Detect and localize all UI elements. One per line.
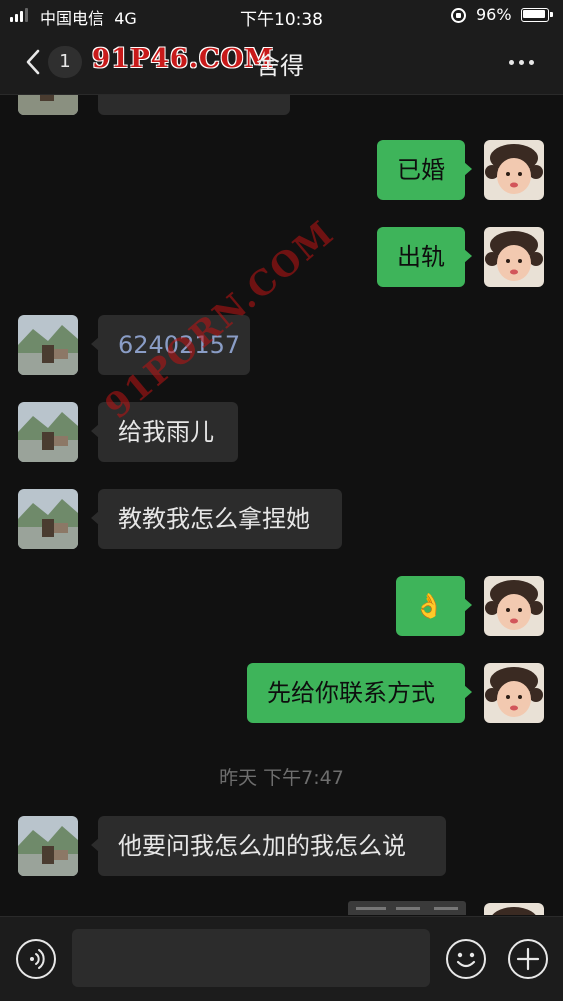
unread-count-badge[interactable]: 1 xyxy=(48,46,82,78)
message-list[interactable]: 已婚 出轨 62402157 给我雨儿 教教我怎么拿捏她 👌 先给你联系方式 昨… xyxy=(0,95,563,915)
chat-header: 1 91P46.COM 舍得 xyxy=(0,30,563,95)
contact-avatar[interactable] xyxy=(18,816,78,876)
voice-icon xyxy=(30,949,45,969)
message-bubble-incoming[interactable] xyxy=(98,95,290,115)
emoji-button[interactable] xyxy=(446,939,486,979)
battery-percent: 96% xyxy=(476,5,512,24)
my-avatar[interactable] xyxy=(484,663,544,723)
message-timestamp: 昨天 下午7:47 xyxy=(219,767,344,789)
contact-avatar[interactable] xyxy=(18,95,78,115)
emoji-icon xyxy=(456,952,476,968)
more-button[interactable] xyxy=(503,52,539,72)
my-avatar[interactable] xyxy=(484,227,544,287)
back-button[interactable] xyxy=(20,46,50,78)
ellipsis-icon xyxy=(508,59,514,65)
message-bubble-incoming[interactable]: 教教我怎么拿捏她 xyxy=(91,489,342,549)
plus-icon xyxy=(516,947,540,971)
message-bubble-outgoing[interactable]: 出轨 xyxy=(377,227,472,287)
message-bubble-outgoing[interactable]: 先给你联系方式 xyxy=(247,663,472,723)
chevron-left-icon xyxy=(26,49,40,75)
voice-button[interactable] xyxy=(16,939,56,979)
my-avatar[interactable] xyxy=(484,903,544,915)
message-bubble-outgoing[interactable]: 已婚 xyxy=(377,140,472,200)
message-bubble-incoming[interactable]: 他要问我怎么加的我怎么说 xyxy=(91,816,446,876)
image-message-thumbnail[interactable] xyxy=(348,901,466,915)
message-input[interactable] xyxy=(72,929,430,987)
contact-avatar[interactable] xyxy=(18,402,78,462)
rotation-lock-icon xyxy=(451,8,466,23)
contact-avatar[interactable] xyxy=(18,315,78,375)
watermark-logo: 91P46.COM xyxy=(92,44,275,74)
message-bubble-outgoing-emoji[interactable]: 👌 xyxy=(396,576,472,636)
contact-avatar[interactable] xyxy=(18,489,78,549)
input-bar xyxy=(0,916,563,1001)
my-avatar[interactable] xyxy=(484,576,544,636)
chat-title: 舍得 xyxy=(256,52,304,80)
status-bar: 中国电信 4G 下午10:38 96% xyxy=(0,0,563,30)
my-avatar[interactable] xyxy=(484,140,544,200)
plus-button[interactable] xyxy=(508,939,548,979)
battery-icon xyxy=(521,8,553,22)
